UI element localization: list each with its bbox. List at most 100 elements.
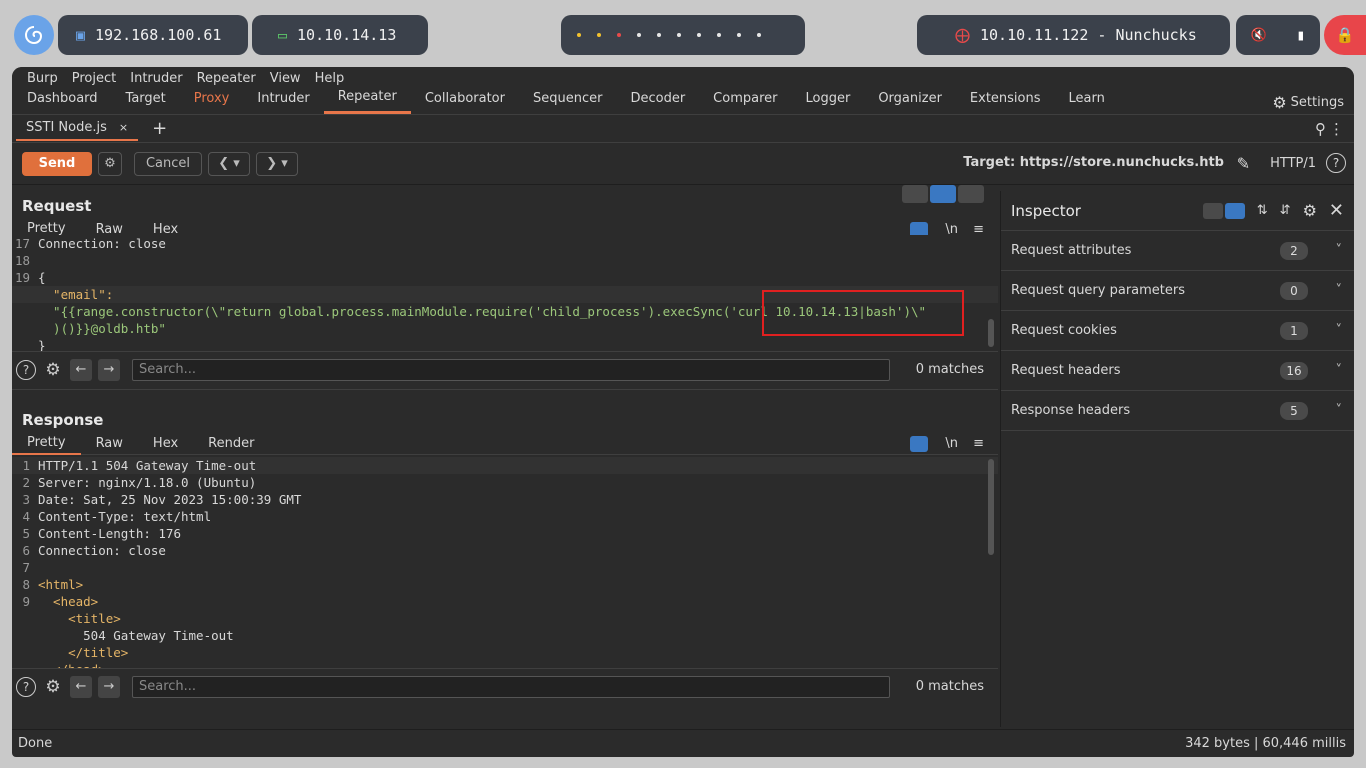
layout-toggle[interactable] bbox=[902, 185, 984, 203]
lock-button[interactable]: 🔒 bbox=[1324, 15, 1366, 55]
request-search-input[interactable]: Search... bbox=[132, 358, 890, 381]
expand-icon[interactable]: ⇅ bbox=[1257, 203, 1268, 218]
workspace-dot[interactable] bbox=[757, 33, 761, 37]
menu-item-view[interactable]: View bbox=[263, 71, 308, 86]
menu-item-project[interactable]: Project bbox=[65, 71, 123, 86]
arrow-right-icon[interactable]: → bbox=[98, 358, 120, 381]
response-editor[interactable]: 1 HTTP/1.1 504 Gateway Time-out 2 Server: n… bbox=[12, 455, 998, 668]
close-icon[interactable]: × bbox=[119, 121, 128, 134]
menu-item-help[interactable]: Help bbox=[308, 71, 352, 86]
response-search-input[interactable]: Search... bbox=[132, 675, 890, 698]
response-view-tabs: Pretty Raw Hex Render \n ≡ bbox=[12, 433, 998, 455]
workspace-dots[interactable] bbox=[561, 15, 805, 55]
menu-item-burp[interactable]: Burp bbox=[20, 71, 65, 86]
workspace-dot[interactable] bbox=[657, 33, 661, 37]
tab-intruder[interactable]: Intruder bbox=[243, 88, 323, 114]
edit-target-icon[interactable]: ✎ bbox=[1237, 154, 1250, 173]
tab-target[interactable]: Target bbox=[112, 88, 180, 114]
chevron-down-icon[interactable]: ˅ bbox=[1336, 403, 1343, 418]
workspace-dot[interactable] bbox=[637, 33, 641, 37]
request-title: Request bbox=[22, 197, 92, 215]
workspace-dot[interactable] bbox=[577, 33, 581, 37]
gear-icon[interactable]: ⚙ bbox=[42, 676, 64, 698]
inspector-row-request-attributes[interactable]: Request attributes 2 ˅ bbox=[1001, 231, 1354, 271]
local-ip-pill[interactable]: ▣ 192.168.100.61 bbox=[58, 15, 248, 55]
inspector-row-label: Request attributes bbox=[1011, 243, 1132, 258]
tab-sequencer[interactable]: Sequencer bbox=[519, 88, 616, 114]
workspace-dot[interactable] bbox=[697, 33, 701, 37]
wrap-icon[interactable] bbox=[910, 435, 928, 452]
tab-proxy[interactable]: Proxy bbox=[180, 88, 244, 114]
inspector-layout-left-icon[interactable] bbox=[1202, 202, 1223, 219]
vpn-ip-pill[interactable]: ▭ 10.10.14.13 bbox=[252, 15, 428, 55]
menu-item-intruder[interactable]: Intruder bbox=[123, 71, 189, 86]
add-tab-icon[interactable]: + bbox=[152, 118, 167, 139]
kebab-menu-icon[interactable]: ⋮ bbox=[1329, 120, 1344, 138]
http-version[interactable]: HTTP/1 bbox=[1270, 156, 1316, 171]
tab-organizer[interactable]: Organizer bbox=[864, 88, 956, 114]
os-logo-icon[interactable] bbox=[14, 15, 54, 55]
view-tab-raw[interactable]: Raw bbox=[81, 433, 138, 455]
workspace-dot[interactable] bbox=[717, 33, 721, 37]
tab-dashboard[interactable]: Dashboard bbox=[13, 88, 112, 114]
inspector-layout-right-icon[interactable] bbox=[1224, 202, 1245, 219]
menu-icon[interactable]: ≡ bbox=[973, 436, 984, 451]
layout-stacked-icon[interactable] bbox=[930, 185, 956, 203]
target-box-pill[interactable]: ⨁ 10.10.11.122 - Nunchucks bbox=[917, 15, 1230, 55]
repeater-tab-ssti[interactable]: SSTI Node.js × bbox=[16, 117, 139, 141]
request-search-bar: ? ⚙ ← → Search... 0 matches bbox=[12, 351, 998, 387]
layout-side-icon[interactable] bbox=[902, 185, 928, 203]
arrow-right-icon[interactable]: → bbox=[98, 675, 120, 698]
tab-collaborator[interactable]: Collaborator bbox=[411, 88, 519, 114]
cancel-button[interactable]: Cancel bbox=[134, 151, 202, 176]
arrow-left-icon[interactable]: ← bbox=[70, 675, 92, 698]
tab-repeater[interactable]: Repeater bbox=[323, 88, 411, 114]
tab-decoder[interactable]: Decoder bbox=[616, 88, 699, 114]
line-text: <head> bbox=[38, 594, 99, 609]
inspector-row-request-headers[interactable]: Request headers 16 ˅ bbox=[1001, 351, 1354, 391]
forward-button[interactable]: ❯ ▾ bbox=[256, 151, 298, 176]
arrow-left-icon[interactable]: ← bbox=[70, 358, 92, 381]
tab-comparer[interactable]: Comparer bbox=[699, 88, 791, 114]
response-matches: 0 matches bbox=[915, 679, 984, 694]
workspace-dot[interactable] bbox=[597, 33, 601, 37]
layout-tabs-icon[interactable] bbox=[958, 185, 984, 203]
response-scrollbar[interactable] bbox=[988, 459, 994, 555]
workspace-dot[interactable] bbox=[737, 33, 741, 37]
inspector-row-request-query-parameters[interactable]: Request query parameters 0 ˅ bbox=[1001, 271, 1354, 311]
view-tab-pretty[interactable]: Pretty bbox=[12, 433, 81, 455]
mute-icon[interactable]: 🔇 bbox=[1251, 28, 1267, 43]
search-icon[interactable]: ⚲ bbox=[1315, 120, 1326, 138]
help-icon[interactable]: ? bbox=[1326, 153, 1346, 173]
tab-extensions[interactable]: Extensions bbox=[956, 88, 1055, 114]
chevron-down-icon[interactable]: ˅ bbox=[1336, 363, 1343, 378]
chevron-down-icon[interactable]: ˅ bbox=[1336, 283, 1343, 298]
send-button[interactable]: Send bbox=[22, 151, 92, 176]
close-icon[interactable]: ✕ bbox=[1329, 200, 1344, 221]
inspector-row-request-cookies[interactable]: Request cookies 1 ˅ bbox=[1001, 311, 1354, 351]
view-tab-render[interactable]: Render bbox=[193, 433, 269, 455]
menu-item-repeater[interactable]: Repeater bbox=[190, 71, 263, 86]
workspace-dot[interactable] bbox=[617, 33, 621, 37]
help-icon[interactable]: ? bbox=[16, 359, 36, 380]
tab-logger[interactable]: Logger bbox=[792, 88, 865, 114]
newline-icon[interactable]: \n bbox=[945, 436, 958, 451]
chevron-down-icon[interactable]: ˅ bbox=[1336, 323, 1343, 338]
gear-icon[interactable]: ⚙ bbox=[42, 359, 64, 381]
settings-button[interactable]: ⚙ Settings bbox=[1272, 93, 1344, 112]
tab-learn[interactable]: Learn bbox=[1055, 88, 1119, 114]
view-tab-hex[interactable]: Hex bbox=[138, 433, 193, 455]
request-scrollbar[interactable] bbox=[988, 319, 994, 347]
code-line: 17 Connection: close bbox=[12, 235, 998, 252]
chevron-down-icon[interactable]: ˅ bbox=[1336, 243, 1343, 258]
back-button[interactable]: ❮ ▾ bbox=[208, 151, 250, 176]
code-line: </head> bbox=[12, 661, 998, 668]
gear-icon[interactable]: ⚙ bbox=[1303, 201, 1317, 220]
line-text: Content-Length: 176 bbox=[38, 526, 181, 541]
collapse-icon[interactable]: ⇵ bbox=[1280, 203, 1291, 218]
inspector-row-response-headers[interactable]: Response headers 5 ˅ bbox=[1001, 391, 1354, 431]
send-options-button[interactable]: ⚙ bbox=[98, 151, 122, 176]
workspace-dot[interactable] bbox=[677, 33, 681, 37]
request-editor[interactable]: 17 Connection: close 18 19{ "email": "{{ran… bbox=[12, 235, 998, 351]
help-icon[interactable]: ? bbox=[16, 676, 36, 697]
